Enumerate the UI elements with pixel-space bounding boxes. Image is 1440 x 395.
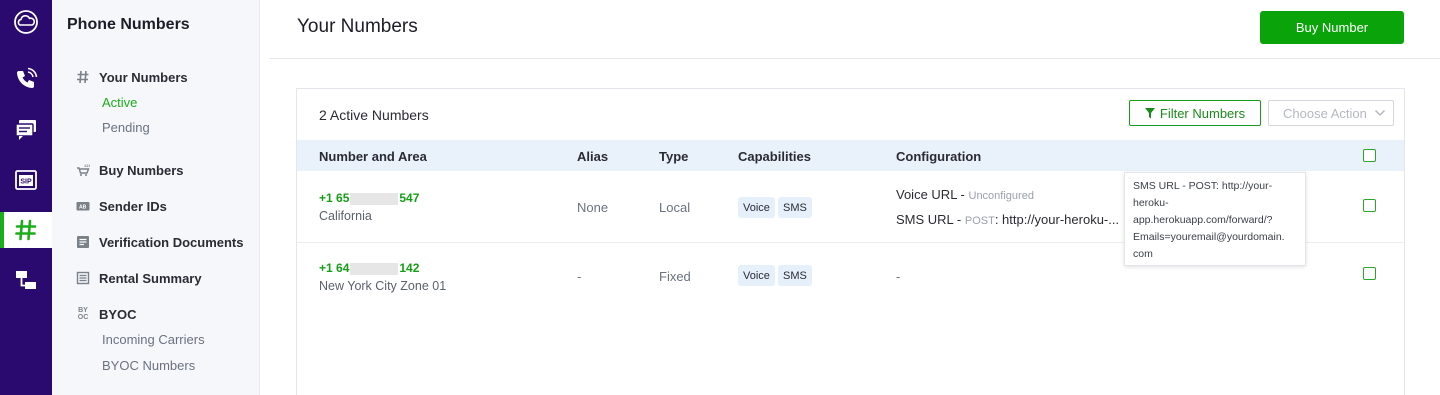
buy-number-button[interactable]: Buy Number [1260, 11, 1404, 44]
choose-action-label: Choose Action [1283, 105, 1367, 121]
sidebar-subitem-pending[interactable]: Pending [102, 120, 150, 135]
phone-call-icon[interactable] [0, 61, 52, 97]
cloud-icon[interactable] [0, 4, 52, 40]
sidebar-title: Phone Numbers [67, 16, 190, 33]
row-checkbox[interactable] [1363, 267, 1376, 280]
column-header-alias: Alias [577, 149, 609, 164]
page-title: Your Numbers [297, 16, 418, 37]
configuration-cell: - [896, 269, 901, 284]
filter-numbers-button[interactable]: Filter Numbers [1129, 100, 1261, 126]
choose-action-select[interactable]: Choose Action [1268, 100, 1394, 126]
tooltip-line: Emails=youremail@yourdomain. [1133, 231, 1285, 243]
sidebar-subitem-incoming-carriers[interactable]: Incoming Carriers [102, 332, 205, 347]
type-cell: Local [659, 200, 691, 215]
sidebar-item-buy-numbers[interactable]: 123 Buy Numbers [76, 161, 184, 179]
list-icon [76, 271, 90, 285]
sms-url-method: POST [964, 215, 995, 227]
number-area: California [319, 209, 372, 223]
messages-icon[interactable] [0, 111, 52, 147]
svg-text:AB: AB [79, 205, 87, 211]
filter-numbers-label: Filter Numbers [1159, 105, 1246, 121]
number-redaction [350, 262, 399, 275]
voice-url-label: Voice URL - [896, 187, 969, 202]
number-redaction [350, 192, 399, 205]
sidebar-item-rental-summary[interactable]: Rental Summary [76, 269, 202, 287]
type-cell: Fixed [659, 269, 691, 284]
capability-badge: SMS [778, 265, 812, 286]
document-icon [76, 235, 90, 249]
phone-number-prefix: +1 65 [319, 191, 350, 205]
row-checkbox[interactable] [1363, 199, 1376, 212]
voice-url-value: Unconfigured [968, 190, 1034, 202]
sip-icon[interactable]: SIP [0, 162, 52, 198]
voice-url-config: Voice URL - Unconfigured [896, 187, 1034, 202]
hash-icon[interactable] [0, 212, 52, 248]
byoc-icon: BY OC [77, 307, 89, 321]
column-header-type: Type [659, 149, 689, 164]
header-divider [269, 58, 1440, 59]
tooltip-line: SMS URL - POST: http://your- [1133, 180, 1273, 192]
column-header-capabilities: Capabilities [738, 149, 811, 164]
card-title: 2 Active Numbers [319, 107, 429, 123]
phone-number[interactable]: +1 64 142 [319, 261, 419, 275]
flow-icon[interactable] [0, 262, 52, 298]
svg-text:SIP: SIP [20, 179, 32, 186]
alias-cell: - [577, 269, 582, 284]
select-all-checkbox[interactable] [1363, 149, 1376, 162]
tooltip-line: com [1133, 248, 1153, 260]
capability-badge: SMS [778, 197, 812, 218]
sms-url-label: SMS URL - [896, 212, 965, 227]
hash-icon [76, 70, 90, 84]
tooltip-line: app.herokuapp.com/forward/? [1133, 214, 1273, 226]
sidebar-item-label: Sender IDs [99, 198, 167, 214]
column-header-configuration: Configuration [896, 149, 982, 164]
sidebar-item-label: Rental Summary [99, 270, 202, 286]
phone-number-prefix: +1 64 [319, 261, 350, 275]
column-header-number: Number and Area [319, 149, 427, 164]
sidebar-item-verification-documents[interactable]: Verification Documents [76, 233, 243, 251]
cart-icon: 123 [76, 163, 90, 177]
sidebar: Phone Numbers Your Numbers Active Pendin… [52, 0, 260, 395]
chevron-down-icon [1374, 109, 1386, 117]
sms-url-config[interactable]: SMS URL - POST: http://your-heroku-... [896, 212, 1119, 227]
app-rail: SIP [0, 0, 52, 395]
phone-number-suffix: 547 [399, 191, 420, 205]
sidebar-item-your-numbers[interactable]: Your Numbers [76, 68, 188, 86]
sidebar-item-label: Buy Numbers [99, 162, 184, 178]
sidebar-item-label: Your Numbers [99, 69, 188, 85]
table-header: Number and Area Alias Type Capabilities … [297, 140, 1404, 171]
alias-cell: None [577, 200, 609, 215]
svg-text:123: 123 [84, 163, 90, 168]
sidebar-subitem-active[interactable]: Active [102, 95, 137, 110]
tooltip-line: heroku- [1133, 197, 1169, 209]
sidebar-item-label: Verification Documents [99, 234, 244, 250]
sidebar-item-label: BYOC [99, 306, 137, 322]
sms-url-value: : http://your-heroku-... [994, 212, 1120, 227]
phone-number-suffix: 142 [399, 261, 420, 275]
number-area: New York City Zone 01 [319, 279, 447, 293]
capability-badge: Voice [738, 197, 775, 218]
id-card-icon: AB [76, 199, 90, 213]
sms-url-tooltip: SMS URL - POST: http://your- heroku- app… [1124, 172, 1306, 266]
filter-icon [1144, 107, 1155, 118]
sidebar-item-sender-ids[interactable]: AB Sender IDs [76, 197, 167, 215]
sidebar-item-byoc[interactable]: BY OC BYOC [76, 305, 137, 323]
capability-badge: Voice [738, 265, 775, 286]
phone-number[interactable]: +1 65 547 [319, 191, 419, 205]
sidebar-subitem-byoc-numbers[interactable]: BYOC Numbers [102, 358, 195, 373]
